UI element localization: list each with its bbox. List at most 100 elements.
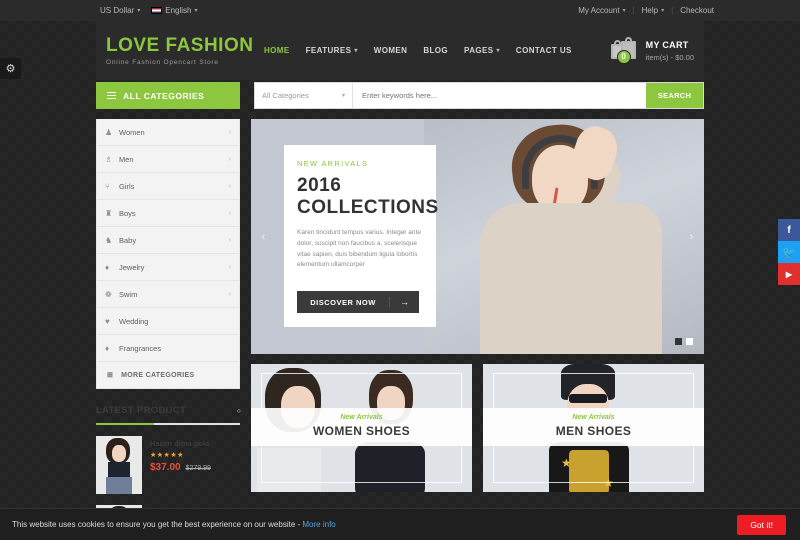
promo-banner-men-shoes[interactable]: ★ ★ New Arrivals MEN SHOES: [483, 364, 704, 492]
chevron-down-icon: ▾: [194, 8, 198, 14]
category-label: Frangrances: [119, 343, 162, 353]
top-bar: US Dollar ▾ English ▾ My Account ▾ | Hel…: [0, 0, 800, 21]
arrow-right-icon: →: [389, 297, 419, 307]
checkout-link[interactable]: Checkout: [680, 6, 714, 15]
category-item-jewelry[interactable]: ♦ Jewelry ›: [97, 254, 239, 281]
slider-next-button[interactable]: ›: [685, 228, 698, 246]
main-column: NEW ARRIVALS 2016 COLLECTIONS Karen tinc…: [251, 119, 704, 540]
latest-product-header: LATEST PRODUCT ‹›: [96, 405, 241, 425]
youtube-icon[interactable]: ▶: [778, 263, 800, 285]
chevron-down-icon: ▾: [622, 8, 626, 14]
all-categories-button[interactable]: ALL CATEGORIES: [96, 82, 240, 109]
chevron-down-icon: ▾: [341, 93, 345, 99]
twitter-icon[interactable]: 🐦: [778, 241, 800, 263]
chevron-down-icon: ▾: [496, 48, 500, 54]
separator: |: [671, 6, 674, 15]
search-input[interactable]: [353, 83, 646, 108]
chevron-down-icon: ▾: [661, 8, 665, 14]
slider-pagination: [675, 338, 693, 345]
more-categories-label: MORE CATEGORIES: [121, 371, 195, 379]
product-price: $37.00: [150, 462, 181, 473]
currency-label: US Dollar: [100, 6, 135, 15]
category-item-wedding[interactable]: ♥ Wedding: [97, 308, 239, 335]
separator: |: [632, 6, 635, 15]
search-button[interactable]: SEARCH: [646, 83, 703, 108]
chevron-right-icon: ›: [228, 128, 231, 136]
category-label: Wedding: [119, 316, 149, 326]
hero-image: [424, 119, 704, 354]
more-categories-button[interactable]: ⊞ MORE CATEGORIES: [97, 362, 239, 388]
hero-kicker: NEW ARRIVALS: [297, 159, 369, 168]
flag-icon: [151, 7, 163, 14]
category-item-women[interactable]: ♟ Women ›: [97, 119, 239, 146]
category-item-girls[interactable]: ⑂ Girls ›: [97, 173, 239, 200]
logo[interactable]: LOVE FASHION Online Fashion Opencart Sto…: [106, 36, 258, 66]
my-account-link[interactable]: My Account ▾: [578, 6, 625, 15]
main-navigation: HOME FEATURES ▾ WOMEN BLOG PAGES ▾ CONTA: [264, 46, 572, 55]
top-shape: [108, 462, 130, 478]
promo-banners: New Arrivals WOMEN SHOES ★ ★ New Arrival…: [251, 364, 704, 492]
content-area: ♟ Women › ♗ Men › ⑂ Girls › ♜ Boys › ♞ B…: [96, 119, 704, 540]
plus-box-icon: ⊞: [107, 372, 114, 379]
category-item-swim[interactable]: ❁ Swim ›: [97, 281, 239, 308]
chevron-right-icon: ›: [228, 290, 231, 298]
nav-label: FEATURES: [305, 46, 352, 55]
chevron-right-icon: ›: [228, 209, 231, 217]
promo-kicker: New Arrivals: [340, 414, 383, 421]
chevron-right-icon: ›: [228, 263, 231, 271]
nav-item-pages[interactable]: PAGES ▾: [464, 46, 500, 55]
slider-prev-button[interactable]: ‹: [257, 228, 270, 246]
category-item-men[interactable]: ♗ Men ›: [97, 146, 239, 173]
search-category-value: All Categories: [262, 91, 309, 100]
skirt-shape: [106, 477, 132, 494]
latest-product-title: LATEST PRODUCT: [96, 405, 187, 416]
category-item-frangrances[interactable]: ♦ Frangrances: [97, 335, 239, 362]
cart-widget[interactable]: 0 MY CART item(s) - $0.00: [609, 36, 694, 65]
rating-stars: ★★★★★: [150, 452, 184, 459]
hero-heading: 2016 COLLECTIONS: [297, 175, 438, 219]
nav-item-features[interactable]: FEATURES ▾: [306, 46, 358, 55]
latest-product-carousel-nav[interactable]: ‹›: [237, 406, 241, 415]
shopping-bag-icon: 0: [609, 36, 639, 65]
language-selector[interactable]: English ▾: [151, 6, 198, 15]
promo-title: WOMEN SHOES: [312, 424, 411, 438]
category-item-boys[interactable]: ♜ Boys ›: [97, 200, 239, 227]
cart-title: MY CART: [645, 39, 689, 50]
logo-title: LOVE FASHION: [106, 34, 254, 56]
category-item-baby[interactable]: ♞ Baby ›: [97, 227, 239, 254]
women-icon: ♟: [105, 127, 113, 137]
promo-banner-women-shoes[interactable]: New Arrivals WOMEN SHOES: [251, 364, 472, 492]
swim-icon: ❁: [105, 289, 112, 299]
face-shape: [112, 445, 126, 462]
slider-dot[interactable]: [686, 338, 693, 345]
baby-icon: ♞: [105, 235, 113, 245]
accept-cookies-button[interactable]: Got it!: [737, 514, 786, 535]
hero-slider: NEW ARRIVALS 2016 COLLECTIONS Karen tinc…: [251, 119, 704, 354]
nav-item-women[interactable]: WOMEN: [374, 46, 408, 55]
more-info-link[interactable]: More info: [302, 520, 335, 529]
list-item[interactable]: Hazen dima pola ★★★★★ $37.00 $279.99: [96, 436, 240, 494]
currency-selector[interactable]: US Dollar ▾: [100, 6, 140, 15]
nav-item-contact-us[interactable]: CONTACT US: [516, 46, 572, 55]
sidebar: ♟ Women › ♗ Men › ⑂ Girls › ♜ Boys › ♞ B…: [96, 119, 241, 540]
frangrances-icon: ♦: [105, 343, 110, 353]
boys-icon: ♜: [105, 208, 113, 218]
promo-title: MEN SHOES: [555, 424, 632, 438]
settings-panel-toggle[interactable]: ⚙: [0, 58, 21, 79]
facebook-icon[interactable]: f: [778, 219, 800, 241]
chevron-down-icon: ▾: [354, 48, 358, 54]
nav-item-blog[interactable]: BLOG: [423, 46, 448, 55]
my-account-label: My Account: [578, 6, 620, 15]
chevron-right-icon: ›: [228, 236, 231, 244]
site-container: LOVE FASHION Online Fashion Opencart Sto…: [96, 21, 704, 540]
help-link[interactable]: Help ▾: [642, 6, 664, 15]
product-prices: $37.00 $279.99: [150, 462, 211, 473]
nav-item-home[interactable]: HOME: [264, 46, 290, 55]
search-category-select[interactable]: All Categories ▾: [255, 83, 353, 108]
discover-now-button[interactable]: DISCOVER NOW →: [297, 291, 419, 313]
logo-subtitle: Online Fashion Opencart Store: [106, 58, 219, 66]
slider-dot[interactable]: [675, 338, 682, 345]
chevron-down-icon: ▾: [137, 8, 141, 14]
product-name: Hazen dima pola: [150, 439, 210, 448]
cookie-consent-bar: This website uses cookies to ensure you …: [0, 508, 800, 540]
